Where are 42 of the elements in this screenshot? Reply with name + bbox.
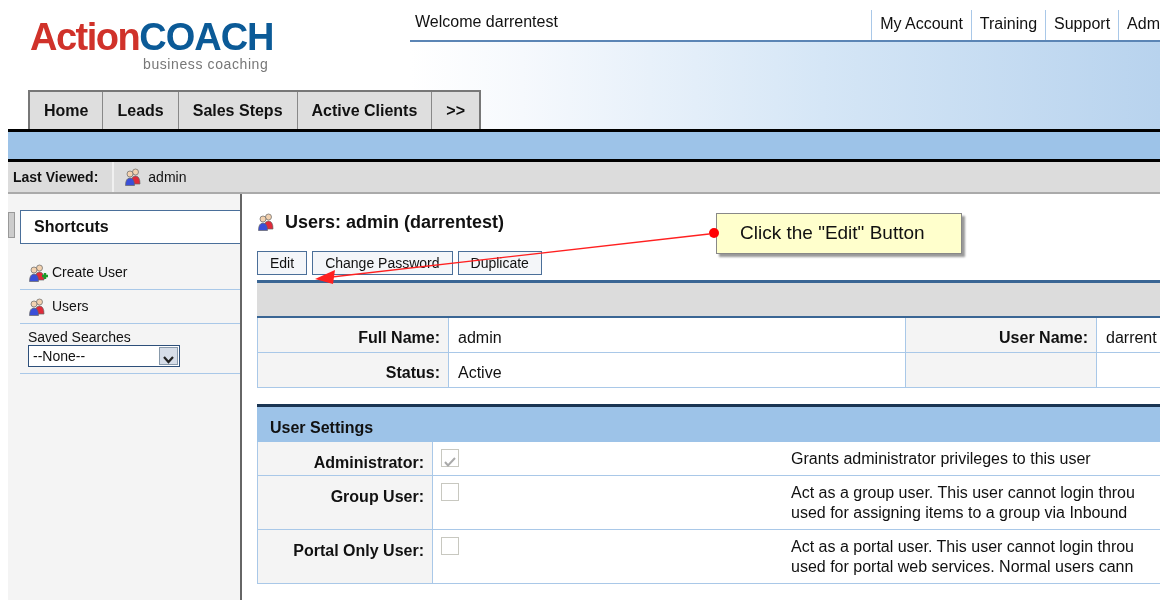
- top-link[interactable]: Adm: [1118, 10, 1160, 40]
- shortcut-link[interactable]: Create User: [52, 262, 128, 283]
- action-button[interactable]: Duplicate: [457, 251, 542, 275]
- callout-note: Click the "Edit" Button: [716, 213, 962, 254]
- last-viewed-label: Last Viewed:: [8, 162, 115, 192]
- saved-searches-label: Saved Searches: [28, 330, 132, 346]
- setting-description: Grants administrator privileges to this user: [791, 449, 1092, 469]
- action-button[interactable]: Change Password: [312, 251, 453, 275]
- nav-tab[interactable]: >>: [432, 92, 480, 129]
- collapse-handle[interactable]: [8, 212, 15, 238]
- field-value: darrent: [1105, 328, 1158, 348]
- setting-description: Act as a group user. This user cannot login throu used for assigning items to a group via Inbound: [791, 483, 1136, 523]
- field-label: Group User:: [257, 476, 433, 529]
- section-header: User Settings: [257, 407, 1160, 442]
- saved-search-select[interactable]: --None--: [28, 345, 180, 368]
- action-button[interactable]: Edit: [257, 251, 308, 275]
- top-link[interactable]: My Account: [871, 10, 971, 40]
- welcome-text: Welcome darrentest: [414, 12, 558, 32]
- logo-text: COACH: [139, 16, 274, 58]
- field-label: Portal Only User:: [257, 530, 433, 583]
- nav-tab[interactable]: Leads: [103, 92, 179, 129]
- add-users-icon: [28, 263, 48, 282]
- logo-text: Action: [30, 16, 140, 58]
- field-value: Active: [457, 363, 503, 383]
- field-value: admin: [457, 328, 503, 348]
- page-title: Users: admin (darrentest): [285, 210, 505, 234]
- shortcut-link[interactable]: Users: [52, 296, 89, 317]
- nav-tab[interactable]: Active Clients: [297, 92, 433, 129]
- nav-tab[interactable]: Sales Steps: [178, 92, 298, 129]
- users-icon: [257, 213, 277, 231]
- sidebar-title: Shortcuts: [20, 210, 240, 244]
- setting-description: Act as a portal user. This user cannot login throu used for portal web services. Normal users cann: [791, 537, 1135, 577]
- recent-item-link[interactable]: admin: [148, 166, 187, 188]
- field-label: Administrator:: [257, 442, 433, 475]
- logo-tagline: business coaching: [143, 57, 269, 71]
- top-link[interactable]: Support: [1045, 10, 1119, 40]
- field-label: User Name:: [905, 318, 1097, 352]
- field-label: Status:: [257, 353, 449, 387]
- top-link[interactable]: Training: [970, 10, 1046, 40]
- nav-tab[interactable]: Home: [30, 92, 104, 129]
- users-icon: [28, 297, 48, 316]
- field-label: Full Name:: [257, 318, 449, 352]
